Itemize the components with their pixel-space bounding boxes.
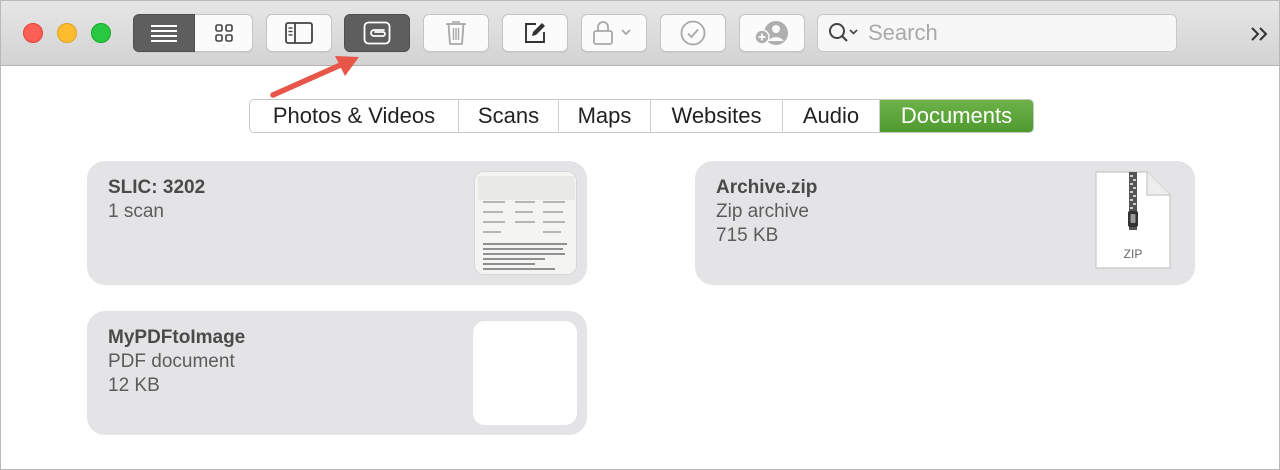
zip-file-label: ZIP bbox=[1123, 247, 1143, 261]
delete-button[interactable] bbox=[423, 14, 489, 52]
compose-icon bbox=[525, 23, 545, 43]
attachment-title: SLIC: 3202 bbox=[108, 177, 206, 198]
toolbar-overflow-button[interactable] bbox=[1245, 19, 1275, 49]
list-view-button[interactable] bbox=[133, 14, 195, 52]
tab-photos-videos[interactable]: Photos & Videos bbox=[250, 100, 459, 132]
pdf-thumbnail bbox=[473, 321, 577, 425]
add-person-icon bbox=[754, 21, 788, 45]
list-icon bbox=[151, 25, 177, 42]
attachment-card-archive[interactable]: Archive.zip Zip archive 715 KB ZIP bbox=[695, 161, 1195, 285]
collaborate-button[interactable] bbox=[739, 14, 805, 52]
minimize-window-button[interactable] bbox=[57, 23, 77, 43]
zoom-window-button[interactable] bbox=[91, 23, 111, 43]
attachment-title: MyPDFtoImage bbox=[108, 327, 246, 348]
attachment-size: 12 KB bbox=[108, 375, 160, 396]
zip-file-icon: ZIP bbox=[1095, 171, 1171, 269]
attachment-subtitle: 1 scan bbox=[108, 201, 164, 222]
tab-documents[interactable]: Documents bbox=[880, 100, 1033, 132]
double-chevron-right-icon bbox=[1251, 27, 1268, 41]
close-window-button[interactable] bbox=[23, 23, 43, 43]
attachment-type: Zip archive bbox=[716, 201, 809, 222]
notes-attachments-window: Photos & Videos Scans Maps Websites Audi… bbox=[0, 0, 1280, 470]
search-input[interactable] bbox=[868, 20, 1168, 46]
attachment-category-tabs: Photos & Videos Scans Maps Websites Audi… bbox=[249, 99, 1034, 133]
toolbar bbox=[1, 1, 1279, 66]
attachment-card-scan[interactable]: SLIC: 3202 1 scan bbox=[87, 161, 587, 285]
scanned-page-image bbox=[475, 172, 576, 274]
tab-scans[interactable]: Scans bbox=[459, 100, 559, 132]
search-icon bbox=[829, 23, 858, 42]
sidebar-icon bbox=[285, 22, 313, 44]
attachments-button[interactable] bbox=[344, 14, 410, 52]
lock-icon bbox=[593, 21, 631, 45]
trash-icon bbox=[446, 21, 466, 45]
checkmark-circle-icon bbox=[680, 20, 706, 46]
attachment-size: 715 KB bbox=[716, 225, 779, 246]
attachment-title: Archive.zip bbox=[716, 177, 818, 198]
attachment-type: PDF document bbox=[108, 351, 235, 372]
compose-button[interactable] bbox=[502, 14, 568, 52]
grid-icon bbox=[214, 24, 233, 42]
paperclip-icon bbox=[363, 21, 391, 45]
tab-maps[interactable]: Maps bbox=[559, 100, 651, 132]
tab-audio[interactable]: Audio bbox=[783, 100, 880, 132]
lock-menu-button[interactable] bbox=[581, 14, 647, 52]
search-field[interactable] bbox=[817, 14, 1177, 52]
sidebar-toggle-button[interactable] bbox=[266, 14, 332, 52]
attachment-card-pdf[interactable]: MyPDFtoImage PDF document 12 KB bbox=[87, 311, 587, 435]
scan-thumbnail bbox=[474, 171, 577, 275]
tab-websites[interactable]: Websites bbox=[651, 100, 783, 132]
grid-view-button[interactable] bbox=[195, 14, 253, 52]
checklist-button[interactable] bbox=[660, 14, 726, 52]
